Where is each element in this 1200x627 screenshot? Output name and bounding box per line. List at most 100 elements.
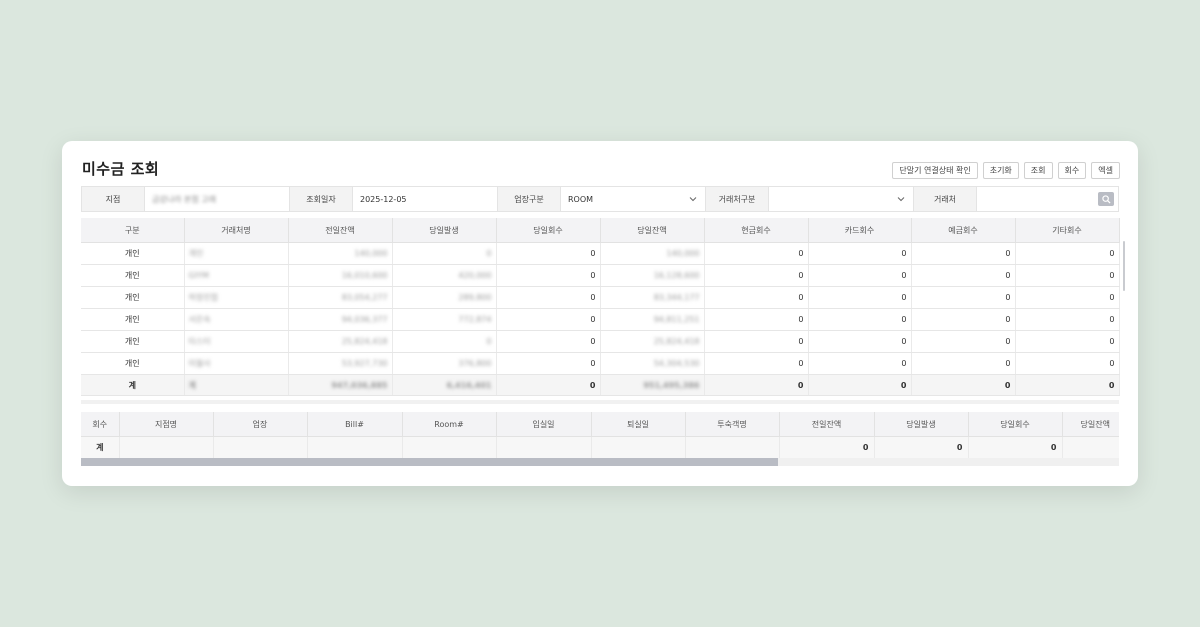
partner-type-select[interactable] xyxy=(769,187,914,211)
cell-type: 개인 xyxy=(81,242,185,265)
col-header[interactable]: 당일잔액 xyxy=(1062,412,1119,437)
cell-deposit: 0 xyxy=(911,286,1016,309)
detail-total-cell xyxy=(496,436,592,459)
detail-total-day-occur: 0 xyxy=(874,436,969,459)
partner-search-button[interactable] xyxy=(1098,192,1114,206)
search-button[interactable]: 조회 xyxy=(1023,162,1053,179)
cell-prev-balance: 16,010,600 xyxy=(288,264,393,287)
grid-divider xyxy=(81,400,1119,404)
cell-type: 개인 xyxy=(81,352,185,375)
col-header[interactable]: 당일회수 xyxy=(496,218,601,243)
date-field[interactable]: 2025-12-05 xyxy=(353,187,498,211)
cell-partner: 허정진협 xyxy=(184,286,289,309)
partner-type-label: 거래처구분 xyxy=(706,187,769,211)
vertical-scrollbar[interactable] xyxy=(1123,241,1125,291)
horizontal-scrollbar[interactable] xyxy=(81,458,1119,466)
cell-day-collect: 0 xyxy=(496,308,601,331)
branch-value: 금강나라 본점 고래 xyxy=(152,194,216,204)
cell-type: 개인 xyxy=(81,286,185,309)
date-value: 2025-12-05 xyxy=(360,194,407,204)
table-row[interactable]: 개인 미월사 53,927,730 376,800 0 54,304,530 0… xyxy=(81,352,1120,375)
cell-partner: 미월사 xyxy=(184,352,289,375)
cell-deposit: 0 xyxy=(911,264,1016,287)
cell-etc: 0 xyxy=(1015,352,1120,375)
collect-button[interactable]: 회수 xyxy=(1057,162,1087,179)
cell-day-balance: 140,000 xyxy=(600,242,705,265)
cell-deposit: 0 xyxy=(911,330,1016,353)
total-day-occur: 6,416,401 xyxy=(392,374,497,396)
col-header[interactable]: 당일발생 xyxy=(392,218,497,243)
table-row[interactable]: 개인 GIYM 16,010,600 420,000 0 16,128,600 … xyxy=(81,264,1120,287)
cell-day-occur: 289,800 xyxy=(392,286,497,309)
cell-card: 0 xyxy=(808,330,912,353)
partner-label: 거래처 xyxy=(914,187,977,211)
page-title: 미수금 조회 xyxy=(82,160,160,178)
reset-button[interactable]: 초기화 xyxy=(982,162,1019,179)
branch-field[interactable]: 금강나라 본점 고래 xyxy=(145,187,290,211)
detail-header-row: 회수 지점명 업장 Bill# Room# 입실일 퇴실일 투숙객명 전일잔액 … xyxy=(81,412,1119,437)
col-header[interactable]: 당일발생 xyxy=(874,412,969,437)
detail-total-cell xyxy=(685,436,780,459)
col-header[interactable]: 현금회수 xyxy=(704,218,809,243)
table-row[interactable]: 개인 서은숙 94,036,377 772,874 0 94,811,251 0… xyxy=(81,308,1120,331)
cell-deposit: 0 xyxy=(911,242,1016,265)
biz-type-value: ROOM xyxy=(568,194,594,204)
detail-total-cell xyxy=(307,436,403,459)
col-header[interactable]: Bill# xyxy=(307,412,403,437)
cell-partner: 서은숙 xyxy=(184,308,289,331)
cell-day-occur: 420,000 xyxy=(392,264,497,287)
cell-card: 0 xyxy=(808,308,912,331)
cell-day-collect: 0 xyxy=(496,286,601,309)
cell-day-balance: 94,811,251 xyxy=(600,308,705,331)
total-day-collect: 0 xyxy=(496,374,601,396)
excel-button[interactable]: 엑셀 xyxy=(1091,162,1120,179)
detail-total-row: 계 0 0 0 xyxy=(81,436,1119,459)
cell-day-collect: 0 xyxy=(496,242,601,265)
cell-day-occur: 772,874 xyxy=(392,308,497,331)
total-day-balance: 951,495,386 xyxy=(600,374,705,396)
col-header[interactable]: 지점명 xyxy=(119,412,214,437)
col-header[interactable]: 입실일 xyxy=(496,412,592,437)
total-deposit: 0 xyxy=(911,374,1016,396)
col-header[interactable]: 업장 xyxy=(213,412,308,437)
cell-type: 개인 xyxy=(81,308,185,331)
total-card: 0 xyxy=(808,374,912,396)
detail-total-cell xyxy=(119,436,214,459)
cell-day-balance: 83,344,177 xyxy=(600,286,705,309)
scrollbar-thumb[interactable] xyxy=(81,458,778,466)
col-header[interactable]: 투숙객명 xyxy=(685,412,780,437)
col-header[interactable]: Room# xyxy=(402,412,497,437)
cell-cash: 0 xyxy=(704,286,809,309)
col-header[interactable]: 퇴실일 xyxy=(591,412,686,437)
col-header[interactable]: 구분 xyxy=(81,218,185,243)
col-header[interactable]: 거래처명 xyxy=(184,218,289,243)
cell-card: 0 xyxy=(808,286,912,309)
cell-day-balance: 54,304,530 xyxy=(600,352,705,375)
col-header[interactable]: 당일잔액 xyxy=(600,218,705,243)
partner-field[interactable] xyxy=(977,187,1118,211)
cell-day-occur: 376,800 xyxy=(392,352,497,375)
col-header[interactable]: 전일잔액 xyxy=(779,412,875,437)
col-header[interactable]: 예금회수 xyxy=(911,218,1016,243)
branch-label: 지점 xyxy=(82,187,145,211)
col-header[interactable]: 당일회수 xyxy=(968,412,1063,437)
biz-type-select[interactable]: ROOM xyxy=(561,187,706,211)
col-header[interactable]: 전일잔액 xyxy=(288,218,393,243)
col-header[interactable]: 카드회수 xyxy=(808,218,912,243)
table-row[interactable]: 개인 타스터 25,824,418 0 0 25,824,418 0 0 0 0 xyxy=(81,330,1120,353)
col-header[interactable]: 회수 xyxy=(81,412,120,437)
col-header[interactable]: 기타회수 xyxy=(1015,218,1120,243)
table-row[interactable]: 개인 허정진협 83,054,277 289,800 0 83,344,177 … xyxy=(81,286,1120,309)
total-label: 계 xyxy=(81,374,185,396)
detail-total-day-balance xyxy=(1062,436,1119,459)
date-label: 조회일자 xyxy=(290,187,353,211)
cell-partner: 개인 xyxy=(184,242,289,265)
total-cash: 0 xyxy=(704,374,809,396)
table-row[interactable]: 개인 개인 140,000 0 0 140,000 0 0 0 0 xyxy=(81,242,1120,265)
chevron-down-icon xyxy=(689,195,697,204)
chevron-down-icon xyxy=(897,195,905,204)
cell-day-collect: 0 xyxy=(496,330,601,353)
detail-total-label: 계 xyxy=(81,436,120,459)
device-check-button[interactable]: 단말기 연결상태 확인 xyxy=(892,162,978,179)
cell-cash: 0 xyxy=(704,330,809,353)
